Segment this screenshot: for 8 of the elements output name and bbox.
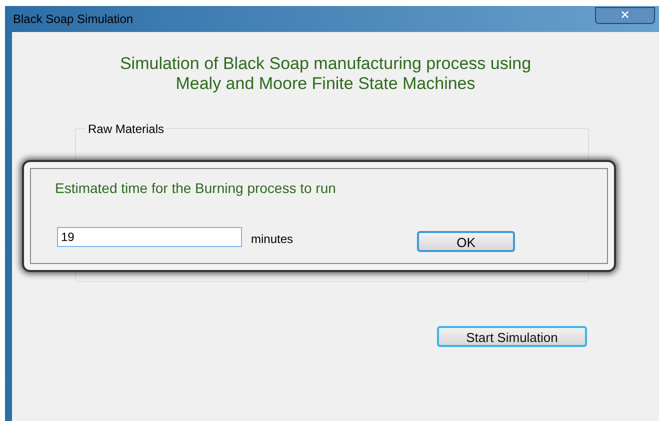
minutes-input[interactable]: 19 [57,227,242,247]
heading-line: Simulation of Black Soap manufacturing process using [120,54,532,74]
start-simulation-button[interactable]: Start Simulation [437,326,587,347]
window-title: Black Soap Simulation [13,11,134,28]
dialog-prompt: Estimated time for the Burning process to run [55,179,336,198]
ok-button[interactable]: OK [417,231,515,252]
heading-line: Mealy and Moore Finite State Machines [176,74,476,94]
unit-label: minutes [251,231,294,248]
